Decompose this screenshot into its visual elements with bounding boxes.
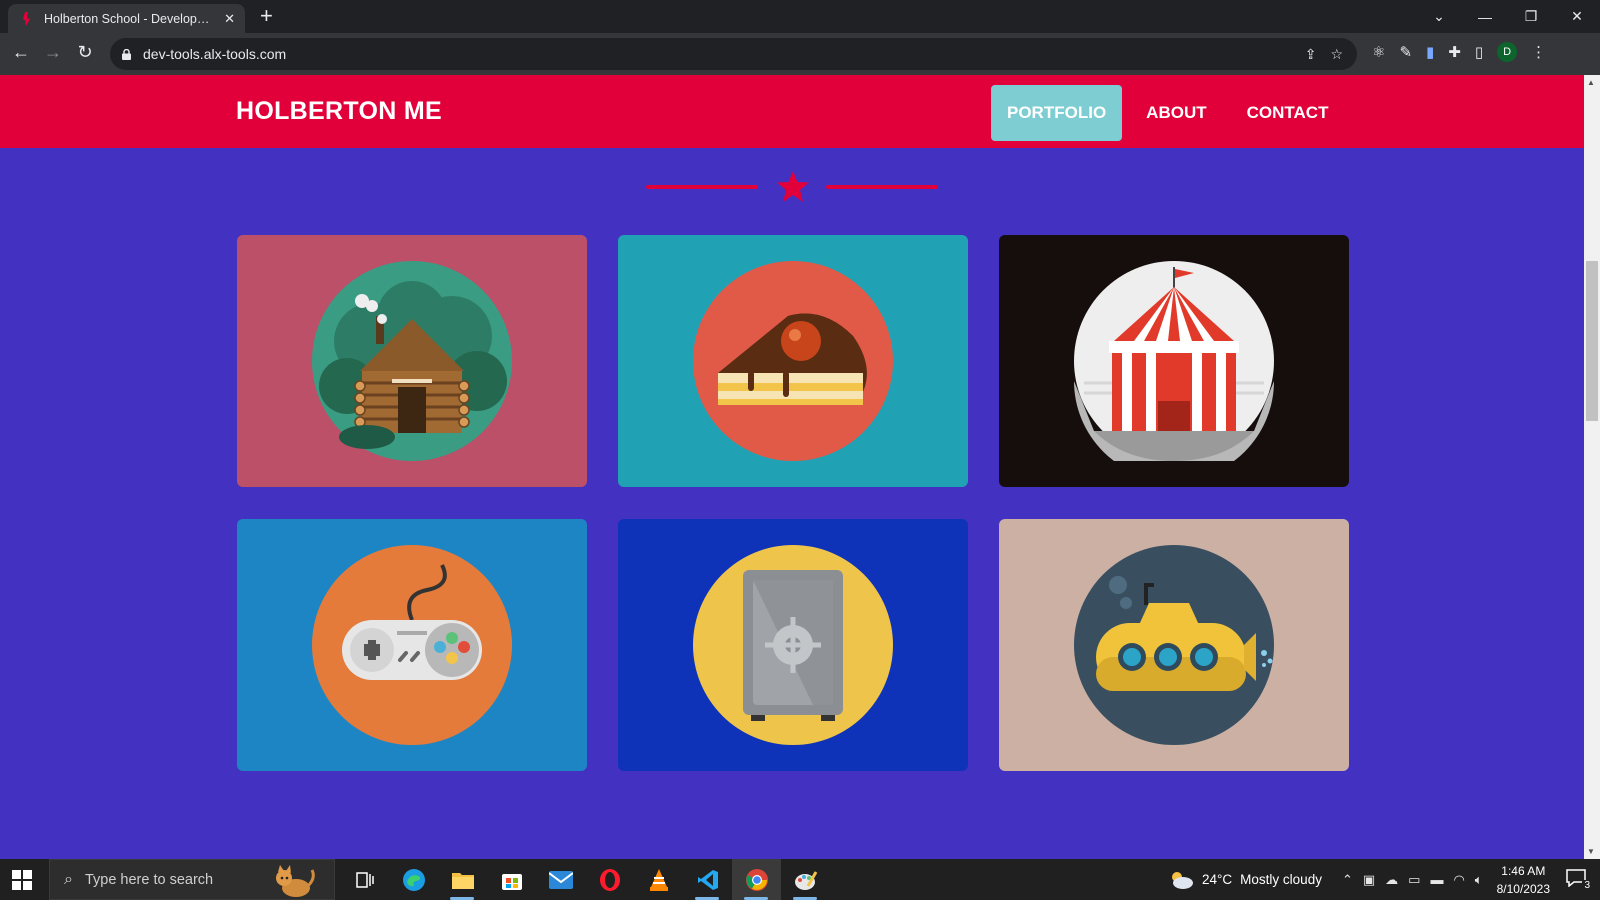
portfolio-card-circus[interactable] [999, 235, 1349, 487]
cake-slice-icon [693, 261, 893, 461]
notification-center-icon[interactable]: 3 [1566, 868, 1592, 891]
site-brand[interactable]: HOLBERTON ME [236, 97, 442, 126]
show-hidden-icons-icon[interactable]: ⌃ [1342, 872, 1353, 888]
cloud-sun-icon [1172, 871, 1193, 889]
clock-date: 8/10/2023 [1496, 881, 1550, 896]
portfolio-card-game[interactable] [237, 519, 587, 771]
taskbar-search[interactable]: ⌕ Type here to search [49, 859, 335, 900]
browser-menu-icon[interactable]: ⋮ [1531, 43, 1546, 61]
section-divider [646, 169, 938, 205]
scroll-up-icon[interactable]: ▲ [1587, 78, 1595, 87]
search-icon: ⌕ [64, 870, 73, 888]
nav-about[interactable]: ABOUT [1130, 85, 1222, 141]
extension-eyedropper-icon[interactable]: ✎ [1399, 43, 1412, 61]
clock[interactable]: 1:46 AM 8/10/2023 [1497, 862, 1550, 898]
search-placeholder: Type here to search [84, 871, 214, 888]
meet-icon[interactable]: ▣ [1363, 872, 1375, 888]
tab-search-icon[interactable]: ⌄ [1416, 8, 1462, 25]
nav-portfolio[interactable]: PORTFOLIO [991, 85, 1123, 141]
chrome-icon[interactable] [732, 859, 781, 900]
windows-start-icon[interactable] [12, 870, 32, 890]
star-icon [777, 171, 809, 202]
nav-contact[interactable]: CONTACT [1231, 85, 1345, 141]
windows-taskbar: ⌕ Type here to search 24°C Mostly cloudy… [0, 859, 1600, 900]
tab-title: Holberton School - Developer to [44, 11, 217, 26]
scroll-down-icon[interactable]: ▼ [1587, 847, 1595, 856]
file-explorer-icon[interactable] [438, 859, 487, 900]
share-icon[interactable]: ⇪ [1305, 46, 1317, 63]
divider-line-right [826, 185, 938, 189]
portfolio-card-submarine[interactable] [999, 519, 1349, 771]
site-header: HOLBERTON ME PORTFOLIO ABOUT CONTACT [0, 75, 1584, 148]
wifi-icon[interactable]: ◠ [1453, 872, 1464, 888]
side-panel-icon[interactable]: ▯ [1475, 43, 1483, 61]
game-controller-icon [312, 545, 512, 745]
new-tab-button[interactable]: + [260, 3, 273, 29]
volume-icon[interactable]: 🔈︎ [1475, 872, 1483, 888]
portfolio-card-cake[interactable] [618, 235, 968, 487]
browser-tab-strip: Holberton School - Developer to ✕ + ⌄ — … [0, 0, 1600, 33]
display-icon[interactable]: ▭ [1408, 872, 1420, 888]
edge-icon[interactable] [389, 859, 438, 900]
holberton-favicon-icon [23, 11, 30, 26]
opera-icon[interactable] [585, 859, 634, 900]
vlc-icon[interactable] [634, 859, 683, 900]
close-window-button[interactable]: ✕ [1554, 8, 1600, 25]
back-icon[interactable]: ← [9, 42, 33, 63]
reload-icon[interactable]: ↻ [73, 42, 97, 63]
paint-icon[interactable] [781, 859, 830, 900]
page-scrollbar[interactable]: ▲ ▼ [1584, 75, 1600, 859]
weather-condition: Mostly cloudy [1240, 872, 1322, 887]
lock-icon [122, 48, 131, 60]
portfolio-card-safe[interactable] [618, 519, 968, 771]
site-nav: PORTFOLIO ABOUT CONTACT [991, 85, 1352, 141]
microsoft-store-icon[interactable] [487, 859, 536, 900]
mail-icon[interactable] [536, 859, 585, 900]
battery-icon[interactable]: ▬ [1430, 872, 1443, 888]
divider-line-left [646, 185, 758, 189]
log-cabin-icon [312, 261, 512, 461]
system-tray: 24°C Mostly cloudy ⌃ ▣ ☁ ▭ ▬ ◠ 🔈︎ 1:46 A… [1168, 859, 1600, 900]
task-view-icon[interactable] [340, 859, 389, 900]
extension-docs-icon[interactable]: ▮ [1426, 43, 1434, 61]
browser-tab[interactable]: Holberton School - Developer to ✕ [8, 4, 245, 33]
window-controls: ⌄ — ❐ ✕ [1416, 0, 1600, 33]
portfolio-card-cabin[interactable] [237, 235, 587, 487]
onedrive-cloud-icon[interactable]: ☁ [1385, 872, 1398, 888]
submarine-icon [1074, 545, 1274, 745]
browser-toolbar: ← → ↻ dev-tools.alx-tools.com ⇪ ☆ ⚛ ✎ ▮ … [0, 33, 1600, 75]
circus-tent-icon [1074, 261, 1274, 461]
weather-widget[interactable]: 24°C Mostly cloudy [1168, 870, 1322, 890]
profile-avatar[interactable]: D [1497, 42, 1518, 62]
scrollbar-thumb[interactable] [1586, 261, 1598, 421]
weather-temperature: 24°C [1202, 872, 1233, 887]
page-viewport: HOLBERTON ME PORTFOLIO ABOUT CONTACT [0, 75, 1584, 859]
address-bar[interactable]: dev-tools.alx-tools.com ⇪ ☆ [110, 38, 1357, 70]
close-tab-icon[interactable]: ✕ [224, 11, 235, 27]
extension-react-icon[interactable]: ⚛ [1372, 43, 1385, 61]
clock-time: 1:46 AM [1501, 863, 1546, 878]
extensions-puzzle-icon[interactable]: ✚ [1448, 43, 1461, 61]
url-text: dev-tools.alx-tools.com [143, 46, 287, 62]
vscode-icon[interactable] [683, 859, 732, 900]
taskbar-apps [340, 859, 830, 900]
safe-icon [693, 545, 893, 745]
bookmark-star-icon[interactable]: ☆ [1330, 46, 1343, 63]
restore-button[interactable]: ❐ [1508, 8, 1554, 25]
cat-illustration-icon [276, 865, 315, 897]
minimize-button[interactable]: — [1462, 9, 1508, 25]
notification-count: 3 [1582, 879, 1592, 891]
forward-icon[interactable]: → [41, 42, 65, 63]
